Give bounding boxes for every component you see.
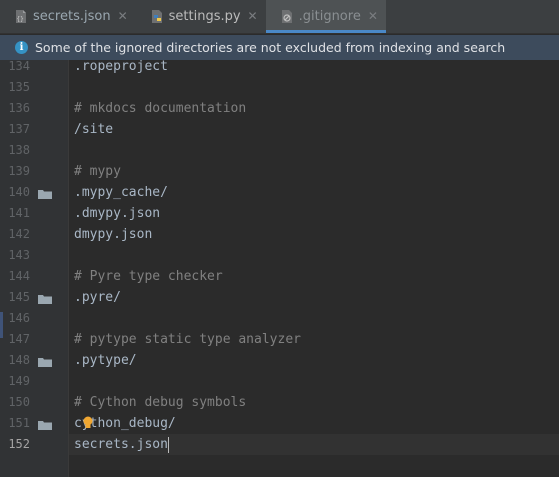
- editor-line[interactable]: 143: [0, 245, 559, 266]
- code-comment: # Cython debug symbols: [74, 395, 247, 410]
- editor-line[interactable]: 136 # mkdocs documentation: [0, 98, 559, 119]
- line-number: 142: [8, 227, 30, 241]
- code-comment: # pytype static type analyzer: [74, 332, 301, 347]
- text-caret: [167, 436, 169, 453]
- tab-label: settings.py: [168, 8, 241, 24]
- editor-line[interactable]: 142 dmypy.json: [0, 224, 559, 245]
- line-number: 147: [8, 332, 30, 346]
- tab-settings-py[interactable]: settings.py ✕: [136, 0, 266, 33]
- line-number: 136: [8, 101, 30, 115]
- editor-line[interactable]: 147 # pytype static type analyzer: [0, 329, 559, 350]
- editor-line[interactable]: 139 # mypy: [0, 161, 559, 182]
- editor-line[interactable]: 134 .ropeproject: [0, 56, 559, 77]
- svg-text:{}: {}: [17, 16, 24, 23]
- folder-icon: [38, 419, 52, 430]
- json-file-icon: {}: [14, 9, 28, 24]
- close-icon[interactable]: ✕: [368, 9, 378, 23]
- editor-line[interactable]: 144 # Pyre type checker: [0, 266, 559, 287]
- editor-line[interactable]: 138: [0, 140, 559, 161]
- code-text: .pytype/: [74, 353, 137, 368]
- editor-line[interactable]: 148 .pytype/: [0, 350, 559, 371]
- code-text: /site: [74, 122, 114, 137]
- gitignore-file-icon: [280, 9, 294, 24]
- tab-label: secrets.json: [33, 8, 111, 24]
- line-number: 140: [8, 185, 30, 199]
- line-number: 143: [8, 248, 30, 262]
- editor-tab-bar: {} secrets.json ✕ settings.py ✕ .gitigno…: [0, 0, 559, 34]
- line-number: 148: [8, 353, 30, 367]
- code-comment: # mkdocs documentation: [74, 101, 247, 116]
- line-number: 144: [8, 269, 30, 283]
- folder-icon: [38, 356, 52, 367]
- line-number: 137: [8, 122, 30, 136]
- info-icon: i: [15, 41, 28, 54]
- line-number: 146: [8, 311, 30, 325]
- folder-icon: [38, 188, 52, 199]
- line-number: 135: [8, 80, 30, 94]
- line-number: 152: [8, 437, 30, 451]
- line-number: 150: [8, 395, 30, 409]
- tab-gitignore[interactable]: .gitignore ✕: [265, 0, 387, 33]
- code-comment: # Pyre type checker: [74, 269, 223, 284]
- line-number: 139: [8, 164, 30, 178]
- folder-icon: [38, 293, 52, 304]
- editor-line[interactable]: 146: [0, 308, 559, 329]
- code-text: .dmypy.json: [74, 206, 161, 221]
- code-text: .ropeproject: [74, 59, 168, 74]
- editor-line[interactable]: 135: [0, 77, 559, 98]
- editor-line-current[interactable]: 152 secrets.json: [0, 434, 559, 455]
- line-number: 151: [8, 416, 30, 430]
- editor-line[interactable]: 141 .dmypy.json: [0, 203, 559, 224]
- close-icon[interactable]: ✕: [248, 9, 258, 23]
- editor-line[interactable]: 150 # Cython debug symbols: [0, 392, 559, 413]
- close-icon[interactable]: ✕: [118, 9, 128, 23]
- editor-text-area[interactable]: 134 .ropeproject 135 136 # mkdocs documentat…: [0, 56, 559, 455]
- python-file-icon: [150, 9, 164, 24]
- line-number: 149: [8, 374, 30, 388]
- code-comment: # mypy: [74, 164, 121, 179]
- tab-secrets-json[interactable]: {} secrets.json ✕: [0, 0, 136, 33]
- line-number: 145: [8, 290, 30, 304]
- line-number: 138: [8, 143, 30, 157]
- intention-bulb-icon[interactable]: [82, 416, 94, 434]
- line-number: 134: [8, 59, 30, 73]
- code-text: secrets.json: [74, 436, 169, 453]
- code-text: dmypy.json: [74, 227, 153, 242]
- tab-label: .gitignore: [298, 8, 361, 24]
- editor-line[interactable]: 137/site: [0, 119, 559, 140]
- editor-line[interactable]: 145 .pyre/: [0, 287, 559, 308]
- editor-line[interactable]: 149: [0, 371, 559, 392]
- scroll-marker: [0, 312, 3, 338]
- editor-line[interactable]: 140 .mypy_cache/: [0, 182, 559, 203]
- line-number: 141: [8, 206, 30, 220]
- editor-line[interactable]: 151 cython_debug/: [0, 413, 559, 434]
- code-text: .pyre/: [74, 290, 121, 305]
- notification-text: Some of the ignored directories are not …: [35, 40, 506, 55]
- code-text: .mypy_cache/: [74, 185, 168, 200]
